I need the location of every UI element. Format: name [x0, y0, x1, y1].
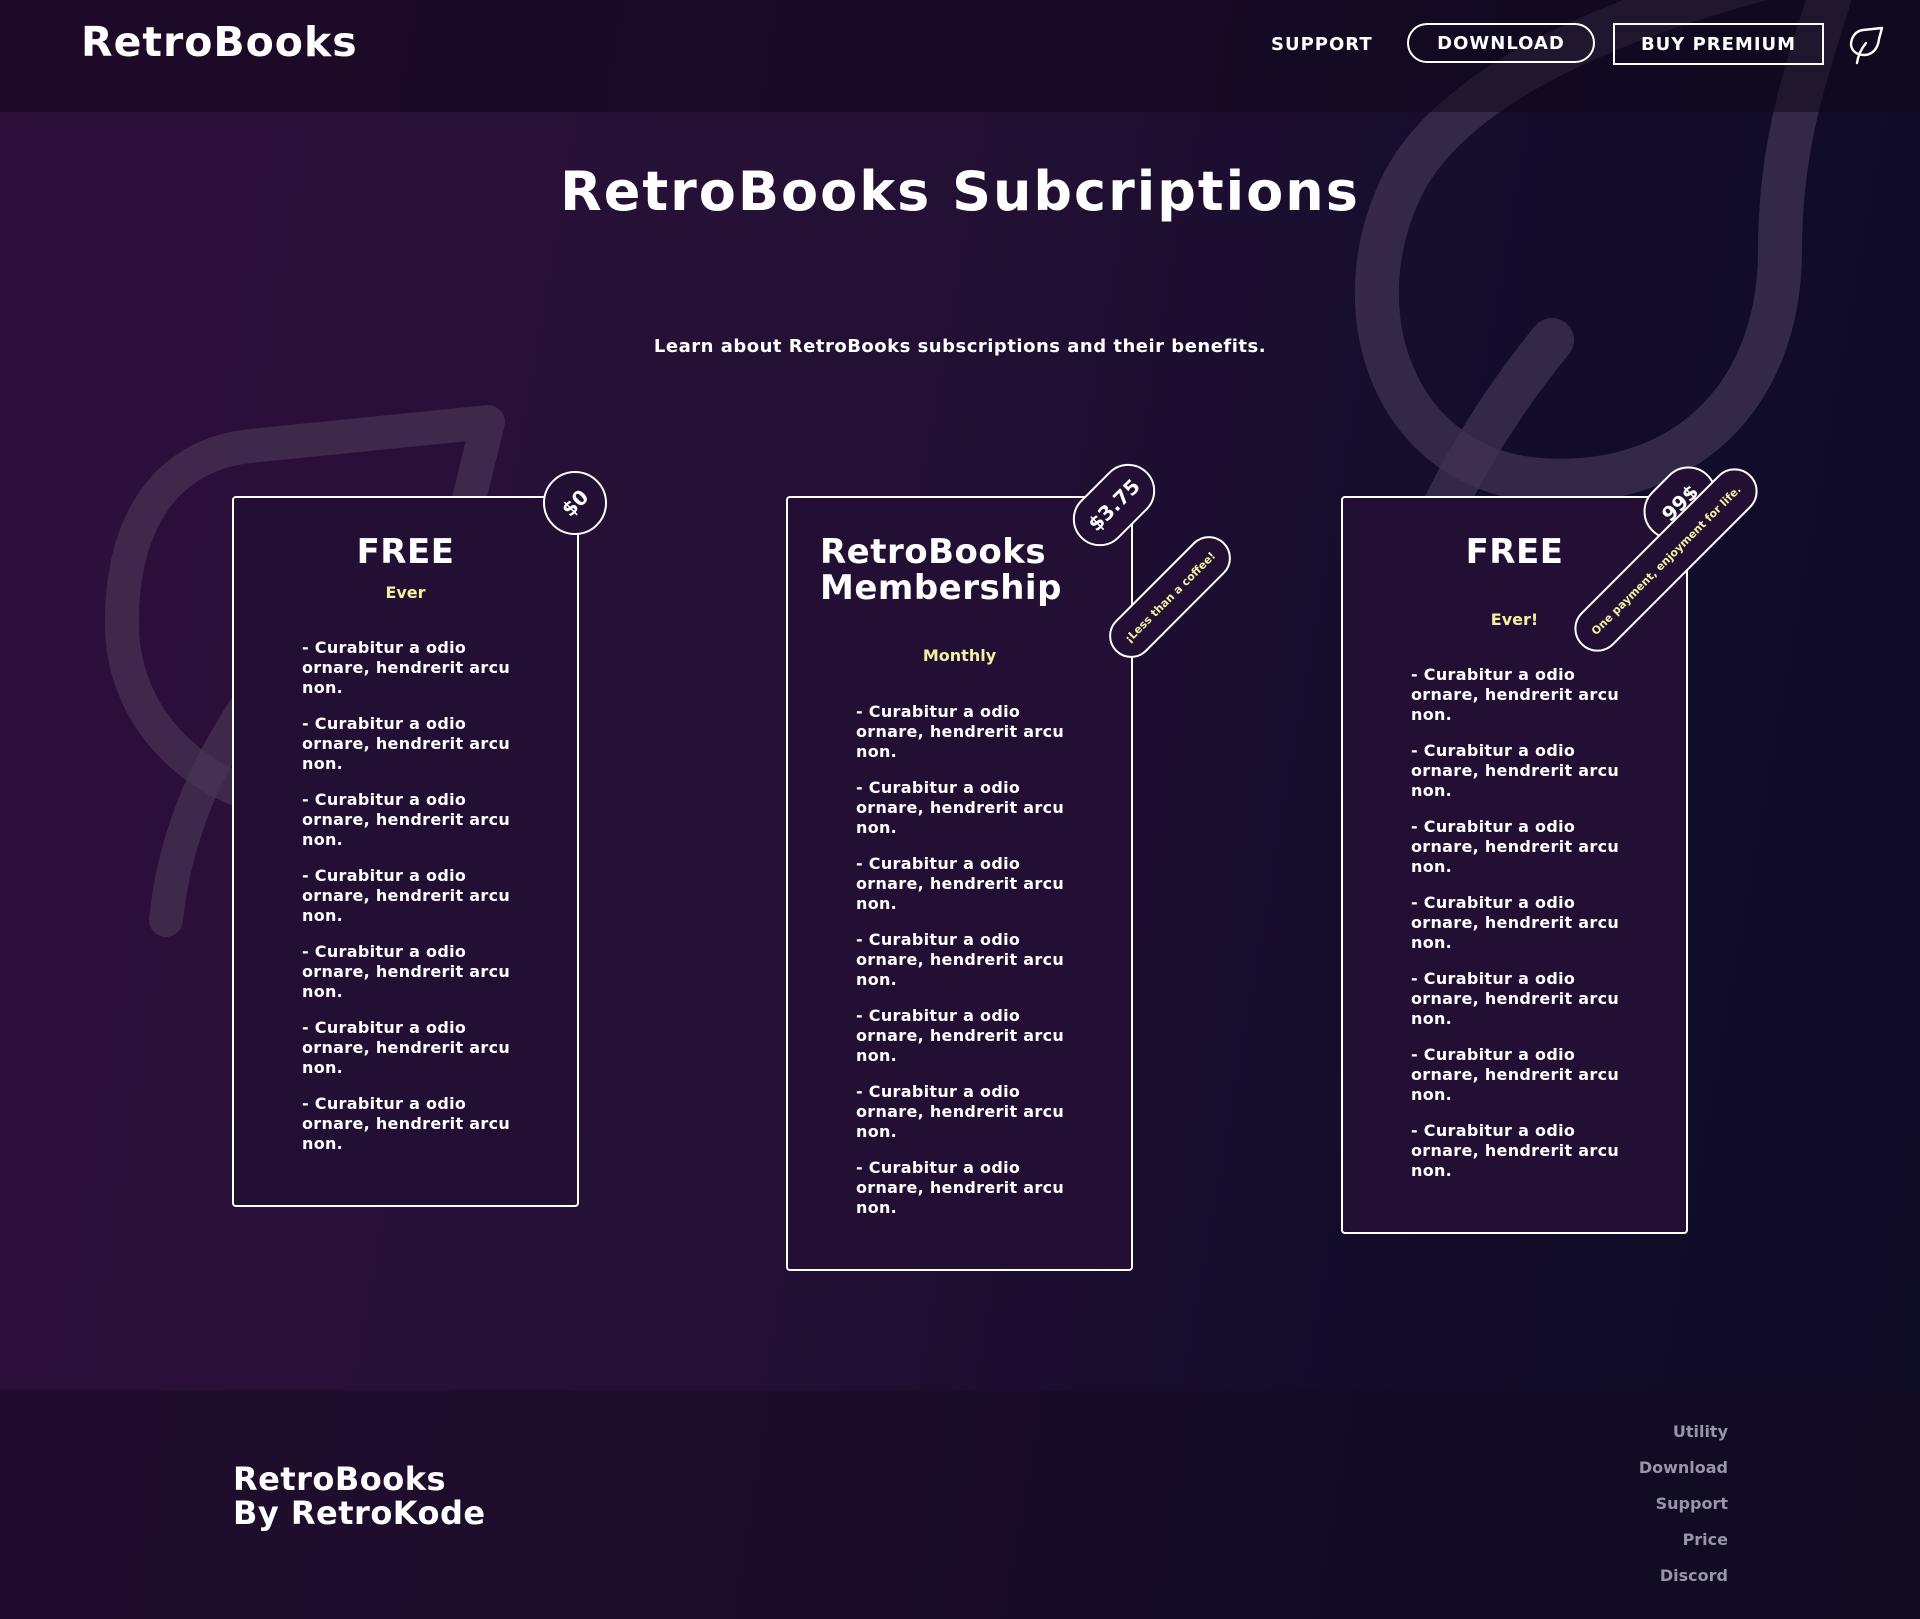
- site-footer: RetroBooks By RetroKode Utility Download…: [0, 1390, 1920, 1619]
- feature-list: - Curabitur a odio ornare, hendrerit arc…: [856, 702, 1068, 1234]
- feature-item: - Curabitur a odio ornare, hendrerit arc…: [856, 1006, 1065, 1065]
- feature-item: - Curabitur a odio ornare, hendrerit arc…: [856, 930, 1065, 989]
- feature-item: - Curabitur a odio ornare, hendrerit arc…: [1411, 817, 1620, 876]
- feature-item: - Curabitur a odio ornare, hendrerit arc…: [856, 702, 1065, 761]
- footer-link-discord[interactable]: Discord: [1639, 1566, 1728, 1585]
- feature-item: - Curabitur a odio ornare, hendrerit arc…: [1411, 741, 1620, 800]
- nav-buy-premium-button[interactable]: BUY PREMIUM: [1613, 23, 1824, 65]
- nav-download-button[interactable]: DOWNLOAD: [1407, 23, 1595, 63]
- plan-card-free: FREE Ever - Curabitur a odio ornare, hen…: [232, 496, 579, 1207]
- feature-item: - Curabitur a odio ornare, hendrerit arc…: [302, 866, 511, 925]
- page-subtitle: Learn about RetroBooks subscriptions and…: [653, 336, 1267, 357]
- footer-brand: RetroBooks By RetroKode: [233, 1462, 486, 1530]
- feature-item: - Curabitur a odio ornare, hendrerit arc…: [856, 1158, 1065, 1217]
- plan-period: Ever: [385, 583, 426, 602]
- feature-item: - Curabitur a odio ornare, hendrerit arc…: [856, 1082, 1065, 1141]
- footer-brand-subtitle: By RetroKode: [233, 1494, 486, 1532]
- feature-item: - Curabitur a odio ornare, hendrerit arc…: [1411, 893, 1620, 952]
- feature-item: - Curabitur a odio ornare, hendrerit arc…: [856, 854, 1065, 913]
- leaf-icon[interactable]: [1848, 25, 1886, 65]
- page-title: RetroBooks Subcriptions: [560, 160, 1360, 223]
- plan-period: Monthly: [922, 646, 997, 665]
- plan-title-line: Membership: [820, 568, 1062, 608]
- plan-title: RetroBooks Membership: [820, 534, 1062, 606]
- feature-item: - Curabitur a odio ornare, hendrerit arc…: [1411, 1121, 1620, 1180]
- feature-item: - Curabitur a odio ornare, hendrerit arc…: [302, 790, 511, 849]
- plan-title-line: RetroBooks: [820, 532, 1047, 572]
- feature-item: - Curabitur a odio ornare, hendrerit arc…: [302, 714, 511, 773]
- feature-item: - Curabitur a odio ornare, hendrerit arc…: [1411, 665, 1620, 724]
- feature-item: - Curabitur a odio ornare, hendrerit arc…: [1411, 969, 1620, 1028]
- footer-brand-title: RetroBooks: [233, 1460, 447, 1498]
- feature-item: - Curabitur a odio ornare, hendrerit arc…: [302, 638, 511, 697]
- footer-links: Utility Download Support Price Discord: [1639, 1422, 1728, 1602]
- footer-link-support[interactable]: Support: [1639, 1494, 1728, 1513]
- feature-item: - Curabitur a odio ornare, hendrerit arc…: [302, 1018, 511, 1077]
- feature-item: - Curabitur a odio ornare, hendrerit arc…: [302, 942, 511, 1001]
- footer-link-download[interactable]: Download: [1639, 1458, 1728, 1477]
- nav-support-link[interactable]: SUPPORT: [1271, 34, 1373, 55]
- main-nav: SUPPORT DOWNLOAD BUY PREMIUM: [0, 23, 1920, 67]
- site-header: RetroBooks SUPPORT DOWNLOAD BUY PREMIUM: [0, 0, 1920, 112]
- feature-item: - Curabitur a odio ornare, hendrerit arc…: [856, 778, 1065, 837]
- feature-item: - Curabitur a odio ornare, hendrerit arc…: [1411, 1045, 1620, 1104]
- footer-link-price[interactable]: Price: [1639, 1530, 1728, 1549]
- plan-title: FREE: [356, 532, 455, 572]
- footer-link-utility[interactable]: Utility: [1639, 1422, 1728, 1441]
- plan-card-membership: RetroBooks Membership Monthly - Curabitu…: [786, 496, 1133, 1271]
- feature-item: - Curabitur a odio ornare, hendrerit arc…: [302, 1094, 511, 1153]
- feature-list: - Curabitur a odio ornare, hendrerit arc…: [1411, 665, 1623, 1197]
- feature-list: - Curabitur a odio ornare, hendrerit arc…: [302, 638, 514, 1170]
